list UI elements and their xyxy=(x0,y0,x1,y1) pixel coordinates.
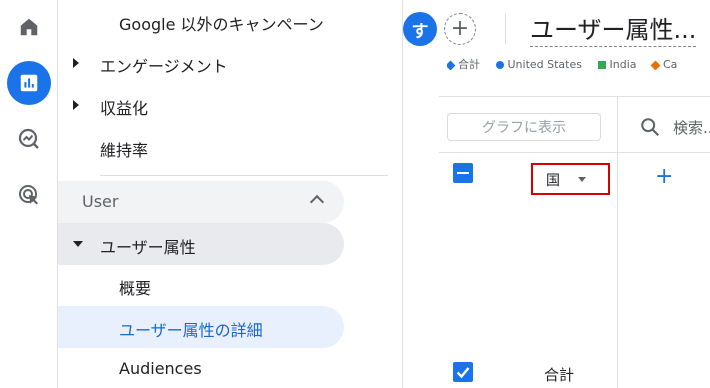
legend-item: United States xyxy=(495,58,589,70)
legend-marker-icon xyxy=(447,60,456,70)
explore-button[interactable] xyxy=(7,117,51,161)
legend-marker-icon xyxy=(650,60,661,70)
home-button[interactable] xyxy=(7,5,51,49)
header-divider xyxy=(505,14,506,44)
chart-legend: 合計 United States India Ca xyxy=(447,56,689,70)
table-top-border xyxy=(439,96,710,97)
nav-item-label: Audiences xyxy=(119,359,202,378)
nav-item-label: エンゲージメント xyxy=(100,57,228,76)
nav-divider xyxy=(100,175,388,176)
plot-rows-button[interactable]: グラフに表示 xyxy=(447,113,601,141)
nav-item-non-google-campaigns[interactable]: Google 以外のキャンペーン xyxy=(58,0,344,42)
legend-item: Ca xyxy=(650,58,683,70)
nav-item-demographics[interactable]: ユーザー属性 xyxy=(58,223,344,265)
legend-item: 合計 xyxy=(447,58,486,70)
legend-marker-icon xyxy=(597,61,606,69)
highlight-box xyxy=(531,163,610,195)
nav-item-label: ユーザー属性 xyxy=(100,238,196,257)
nav-item-audiences[interactable]: Audiences xyxy=(58,348,344,388)
total-row-label: 合計 xyxy=(544,366,575,384)
legend-item: India xyxy=(597,58,643,70)
icon-rail xyxy=(0,0,58,388)
nav-item-label: 収益化 xyxy=(100,99,149,118)
advertising-button[interactable] xyxy=(7,173,51,217)
reports-nav: Google 以外のキャンペーン エンゲージメント 収益化 維持率 User ユ… xyxy=(58,0,402,388)
nav-item-monetization[interactable]: 収益化 xyxy=(58,84,344,126)
nav-item-overview[interactable]: 概要 xyxy=(58,264,344,306)
page-title: ユーザー属性... xyxy=(530,10,697,47)
add-comparison-button[interactable]: + xyxy=(444,13,476,45)
nav-item-label: 維持率 xyxy=(100,141,149,160)
check-icon xyxy=(456,367,470,379)
collapse-icon xyxy=(309,194,325,210)
dimension-selector-label[interactable]: 国 xyxy=(546,170,560,190)
dropdown-arrow-icon[interactable] xyxy=(578,177,586,182)
add-dimension-button[interactable]: + xyxy=(655,166,673,188)
reports-icon xyxy=(20,74,38,92)
explore-icon xyxy=(18,128,39,149)
advertising-icon xyxy=(19,185,38,205)
nav-item-demographic-details[interactable]: ユーザー属性の詳細 xyxy=(58,306,344,348)
search-icon[interactable] xyxy=(639,116,661,138)
column-divider xyxy=(617,96,618,388)
search-input[interactable]: 検索... xyxy=(673,117,710,138)
nav-section-user[interactable]: User xyxy=(58,181,344,223)
nav-section-label: User xyxy=(82,192,119,211)
total-row-checkbox[interactable] xyxy=(453,362,473,382)
nav-item-engagement[interactable]: エンゲージメント xyxy=(58,42,344,84)
reports-button[interactable] xyxy=(7,61,51,105)
nav-item-label: ユーザー属性の詳細 xyxy=(119,321,263,340)
report-content: す + ユーザー属性... 合計 United States India Ca … xyxy=(402,0,710,388)
avatar[interactable]: す xyxy=(403,12,437,46)
home-icon xyxy=(20,18,38,36)
expand-icon xyxy=(73,100,79,110)
nav-item-label: 概要 xyxy=(119,279,152,298)
expand-icon xyxy=(73,58,79,68)
select-all-checkbox[interactable] xyxy=(453,163,473,183)
nav-item-retention[interactable]: 維持率 xyxy=(58,126,344,168)
table-header-border xyxy=(439,152,710,153)
nav-item-label: Google 以外のキャンペーン xyxy=(119,15,324,34)
expanded-icon xyxy=(73,241,83,247)
legend-marker-icon xyxy=(495,61,504,69)
